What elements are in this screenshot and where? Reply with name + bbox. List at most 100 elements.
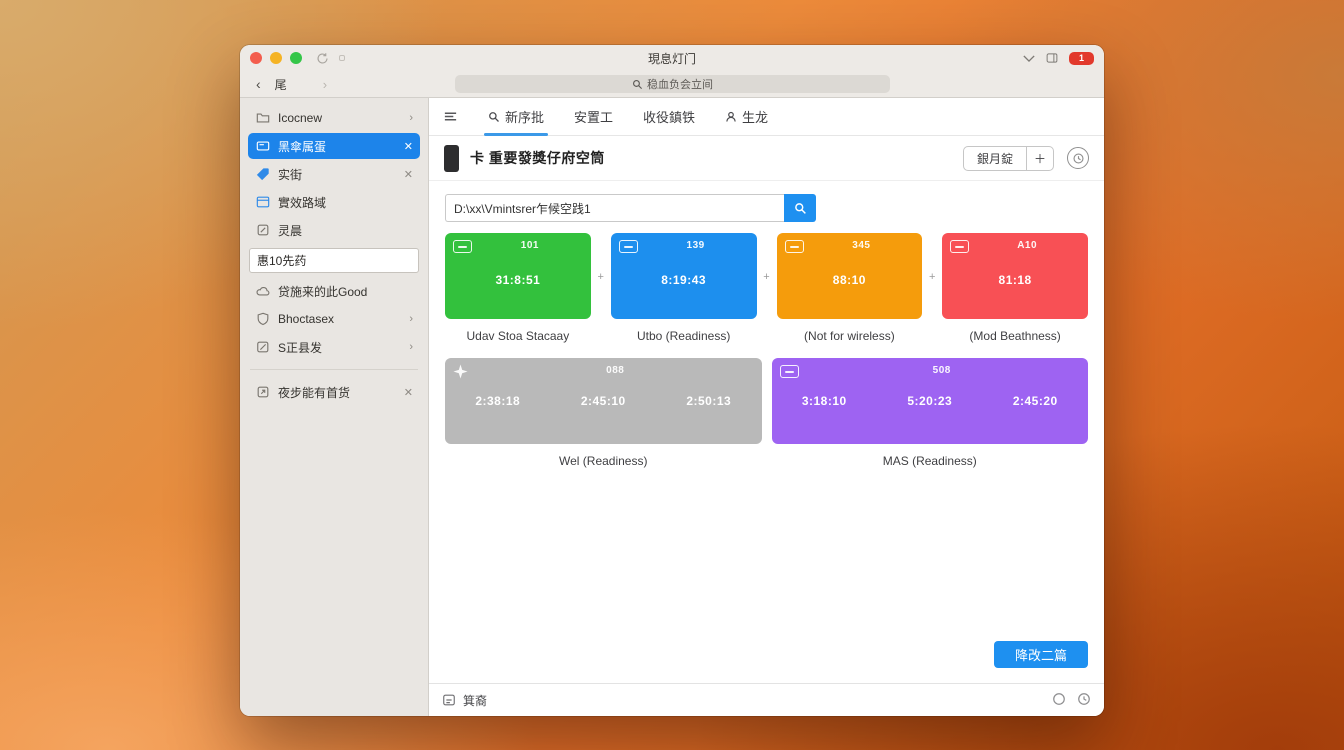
page-title: 卡 重要發獎仔府空筒 <box>470 148 605 168</box>
path-input[interactable] <box>445 194 784 222</box>
titlebar: 現息灯门 1 <box>240 45 1104 71</box>
sidebar-item-shield[interactable]: Bhoctasex › <box>248 306 420 332</box>
close-window-button[interactable] <box>250 52 262 64</box>
card-caption: Udav Stoa Stacaay <box>445 329 591 343</box>
sidebar-item-label: S正县发 <box>278 339 322 356</box>
stage-separator: + <box>761 272 773 283</box>
zoom-window-button[interactable] <box>290 52 302 64</box>
sidebar-item-square[interactable]: 灵晨 <box>248 217 420 243</box>
stage-card-green[interactable]: 101 31:8:51 <box>445 233 591 319</box>
tab-3[interactable]: 收役鎮铁 <box>643 98 695 136</box>
sidebar-item-cloud[interactable]: 贷施来的此Good <box>248 278 420 304</box>
card-column: 508 3:18:10 5:20:23 2:45:20 MAS (Readine… <box>772 358 1089 468</box>
sidebar-item-export[interactable]: 夜步能有首货 ✕ <box>248 379 420 405</box>
titlebar-right: 1 <box>1023 52 1094 65</box>
dropdown-button[interactable]: 銀月錠 <box>964 147 1026 170</box>
chevron-down-icon[interactable] <box>1023 54 1035 63</box>
status-bar: 箕裔 <box>429 683 1104 716</box>
tab-label: 生龙 <box>742 107 768 126</box>
card-top-value: A10 <box>966 240 1088 251</box>
search-text: 稳血负会立间 <box>647 76 713 92</box>
stage-separator: + <box>926 272 938 283</box>
forward-chevron-icon[interactable]: › <box>323 77 327 92</box>
stage-card-purple[interactable]: 508 3:18:10 5:20:23 2:45:20 <box>772 358 1089 444</box>
sidebar-item-tag[interactable]: 实街 ✕ <box>248 161 420 187</box>
note-icon[interactable] <box>442 693 456 707</box>
card-caption: (Not for wireless) <box>777 329 923 343</box>
card-top-value: 508 <box>796 365 1089 376</box>
header-actions: 銀月錠 ＋ <box>963 146 1089 171</box>
card-column: 101 31:8:51 Udav Stoa Stacaay <box>445 233 591 343</box>
card-top-value: 101 <box>469 240 591 251</box>
header-row: 卡 重要發獎仔府空筒 銀月錠 ＋ <box>429 136 1104 181</box>
minimize-window-button[interactable] <box>270 52 282 64</box>
stage-card-orange[interactable]: 345 88:10 <box>777 233 923 319</box>
chevron-right-icon[interactable]: › <box>409 341 413 353</box>
stage-separator: + <box>595 272 607 283</box>
card-caption: Utbo (Readiness) <box>611 329 757 343</box>
sidebar-divider <box>250 369 418 370</box>
primary-action-button[interactable]: 降改二篇 <box>994 641 1088 668</box>
tag-icon <box>255 166 271 182</box>
path-search-row <box>445 194 816 222</box>
sync-clock-icon[interactable] <box>1077 692 1091 709</box>
sidebar-item-label: Bhoctasex <box>278 312 334 326</box>
notification-badge[interactable]: 1 <box>1069 52 1094 65</box>
tab-bar: 新序批 安置工 收役鎮铁 生龙 <box>429 98 1104 136</box>
sidebar-item-label: 實效路域 <box>278 194 326 211</box>
window-icon <box>255 194 271 210</box>
app-window: 現息灯门 1 ‹ 尾 › 稳血负会立间 Icocnew › <box>240 45 1104 716</box>
card-value: 2:45:20 <box>1013 394 1058 408</box>
statusbar-actions <box>1052 692 1091 709</box>
panel-icon[interactable] <box>1046 52 1058 64</box>
card-values: 2:38:18 2:45:10 2:50:13 <box>445 394 762 408</box>
sidebar-rename-input[interactable] <box>249 248 419 273</box>
card-caption: (Mod Beathness) <box>942 329 1088 343</box>
dot-icon <box>339 55 345 61</box>
close-icon[interactable]: ✕ <box>404 168 413 181</box>
sidebar: Icocnew › 黑傘属蛋 ✕ 实街 ✕ 實效路域 <box>240 98 429 716</box>
window-title: 現息灯门 <box>240 50 1104 67</box>
card-value: 8:19:43 <box>611 273 757 287</box>
sidebar-item-compose[interactable]: S正县发 › <box>248 334 420 360</box>
history-icon[interactable] <box>316 52 329 65</box>
tab-2[interactable]: 安置工 <box>574 98 613 136</box>
sidebar-item-selected[interactable]: 黑傘属蛋 ✕ <box>248 133 420 159</box>
star-icon <box>453 364 468 379</box>
toolbar: ‹ 尾 › 稳血负会立间 <box>240 71 1104 98</box>
tab-4[interactable]: 生龙 <box>725 98 768 136</box>
cloud-icon <box>255 283 271 299</box>
card-caption: MAS (Readiness) <box>772 454 1089 468</box>
folder-icon <box>255 110 271 126</box>
chevron-right-icon[interactable]: › <box>409 313 413 325</box>
dropdown-plus-button[interactable]: ＋ <box>1026 147 1053 170</box>
tab-label: 新序批 <box>505 107 544 126</box>
cards-icon <box>255 138 271 154</box>
close-icon[interactable]: ✕ <box>404 140 413 153</box>
close-icon[interactable]: ✕ <box>404 386 413 399</box>
tab-label: 收役鎮铁 <box>643 107 695 126</box>
toolbar-back-label[interactable]: 尾 <box>275 76 287 93</box>
global-search-field[interactable]: 稳血负会立间 <box>455 75 890 93</box>
stage-card-red[interactable]: A10 81:18 <box>942 233 1088 319</box>
chevron-right-icon[interactable]: › <box>409 112 413 124</box>
sidebar-item-label: 夜步能有首货 <box>278 384 350 401</box>
sidebar-item-label: 贷施来的此Good <box>278 283 367 300</box>
sidebar-item-window[interactable]: 實效路域 <box>248 189 420 215</box>
card-value: 2:45:10 <box>581 394 626 408</box>
tab-1[interactable]: 新序批 <box>488 98 544 136</box>
square-icon <box>255 222 271 238</box>
back-chevron-icon[interactable]: ‹ <box>256 77 261 91</box>
main-panel: 新序批 安置工 收役鎮铁 生龙 卡 重要發獎仔府空筒 <box>429 98 1104 716</box>
search-button[interactable] <box>784 194 816 222</box>
circle-icon[interactable] <box>1052 692 1066 709</box>
phone-icon <box>444 145 459 172</box>
card-value: 2:38:18 <box>475 394 520 408</box>
card-top-value: 345 <box>801 240 923 251</box>
stage-card-blue[interactable]: 139 8:19:43 <box>611 233 757 319</box>
history-clock-button[interactable] <box>1067 147 1089 169</box>
stage-card-gray[interactable]: 088 2:38:18 2:45:10 2:50:13 <box>445 358 762 444</box>
menu-icon[interactable] <box>443 109 458 124</box>
sidebar-item-folder[interactable]: Icocnew › <box>248 105 420 131</box>
clock-icon <box>1072 152 1085 165</box>
